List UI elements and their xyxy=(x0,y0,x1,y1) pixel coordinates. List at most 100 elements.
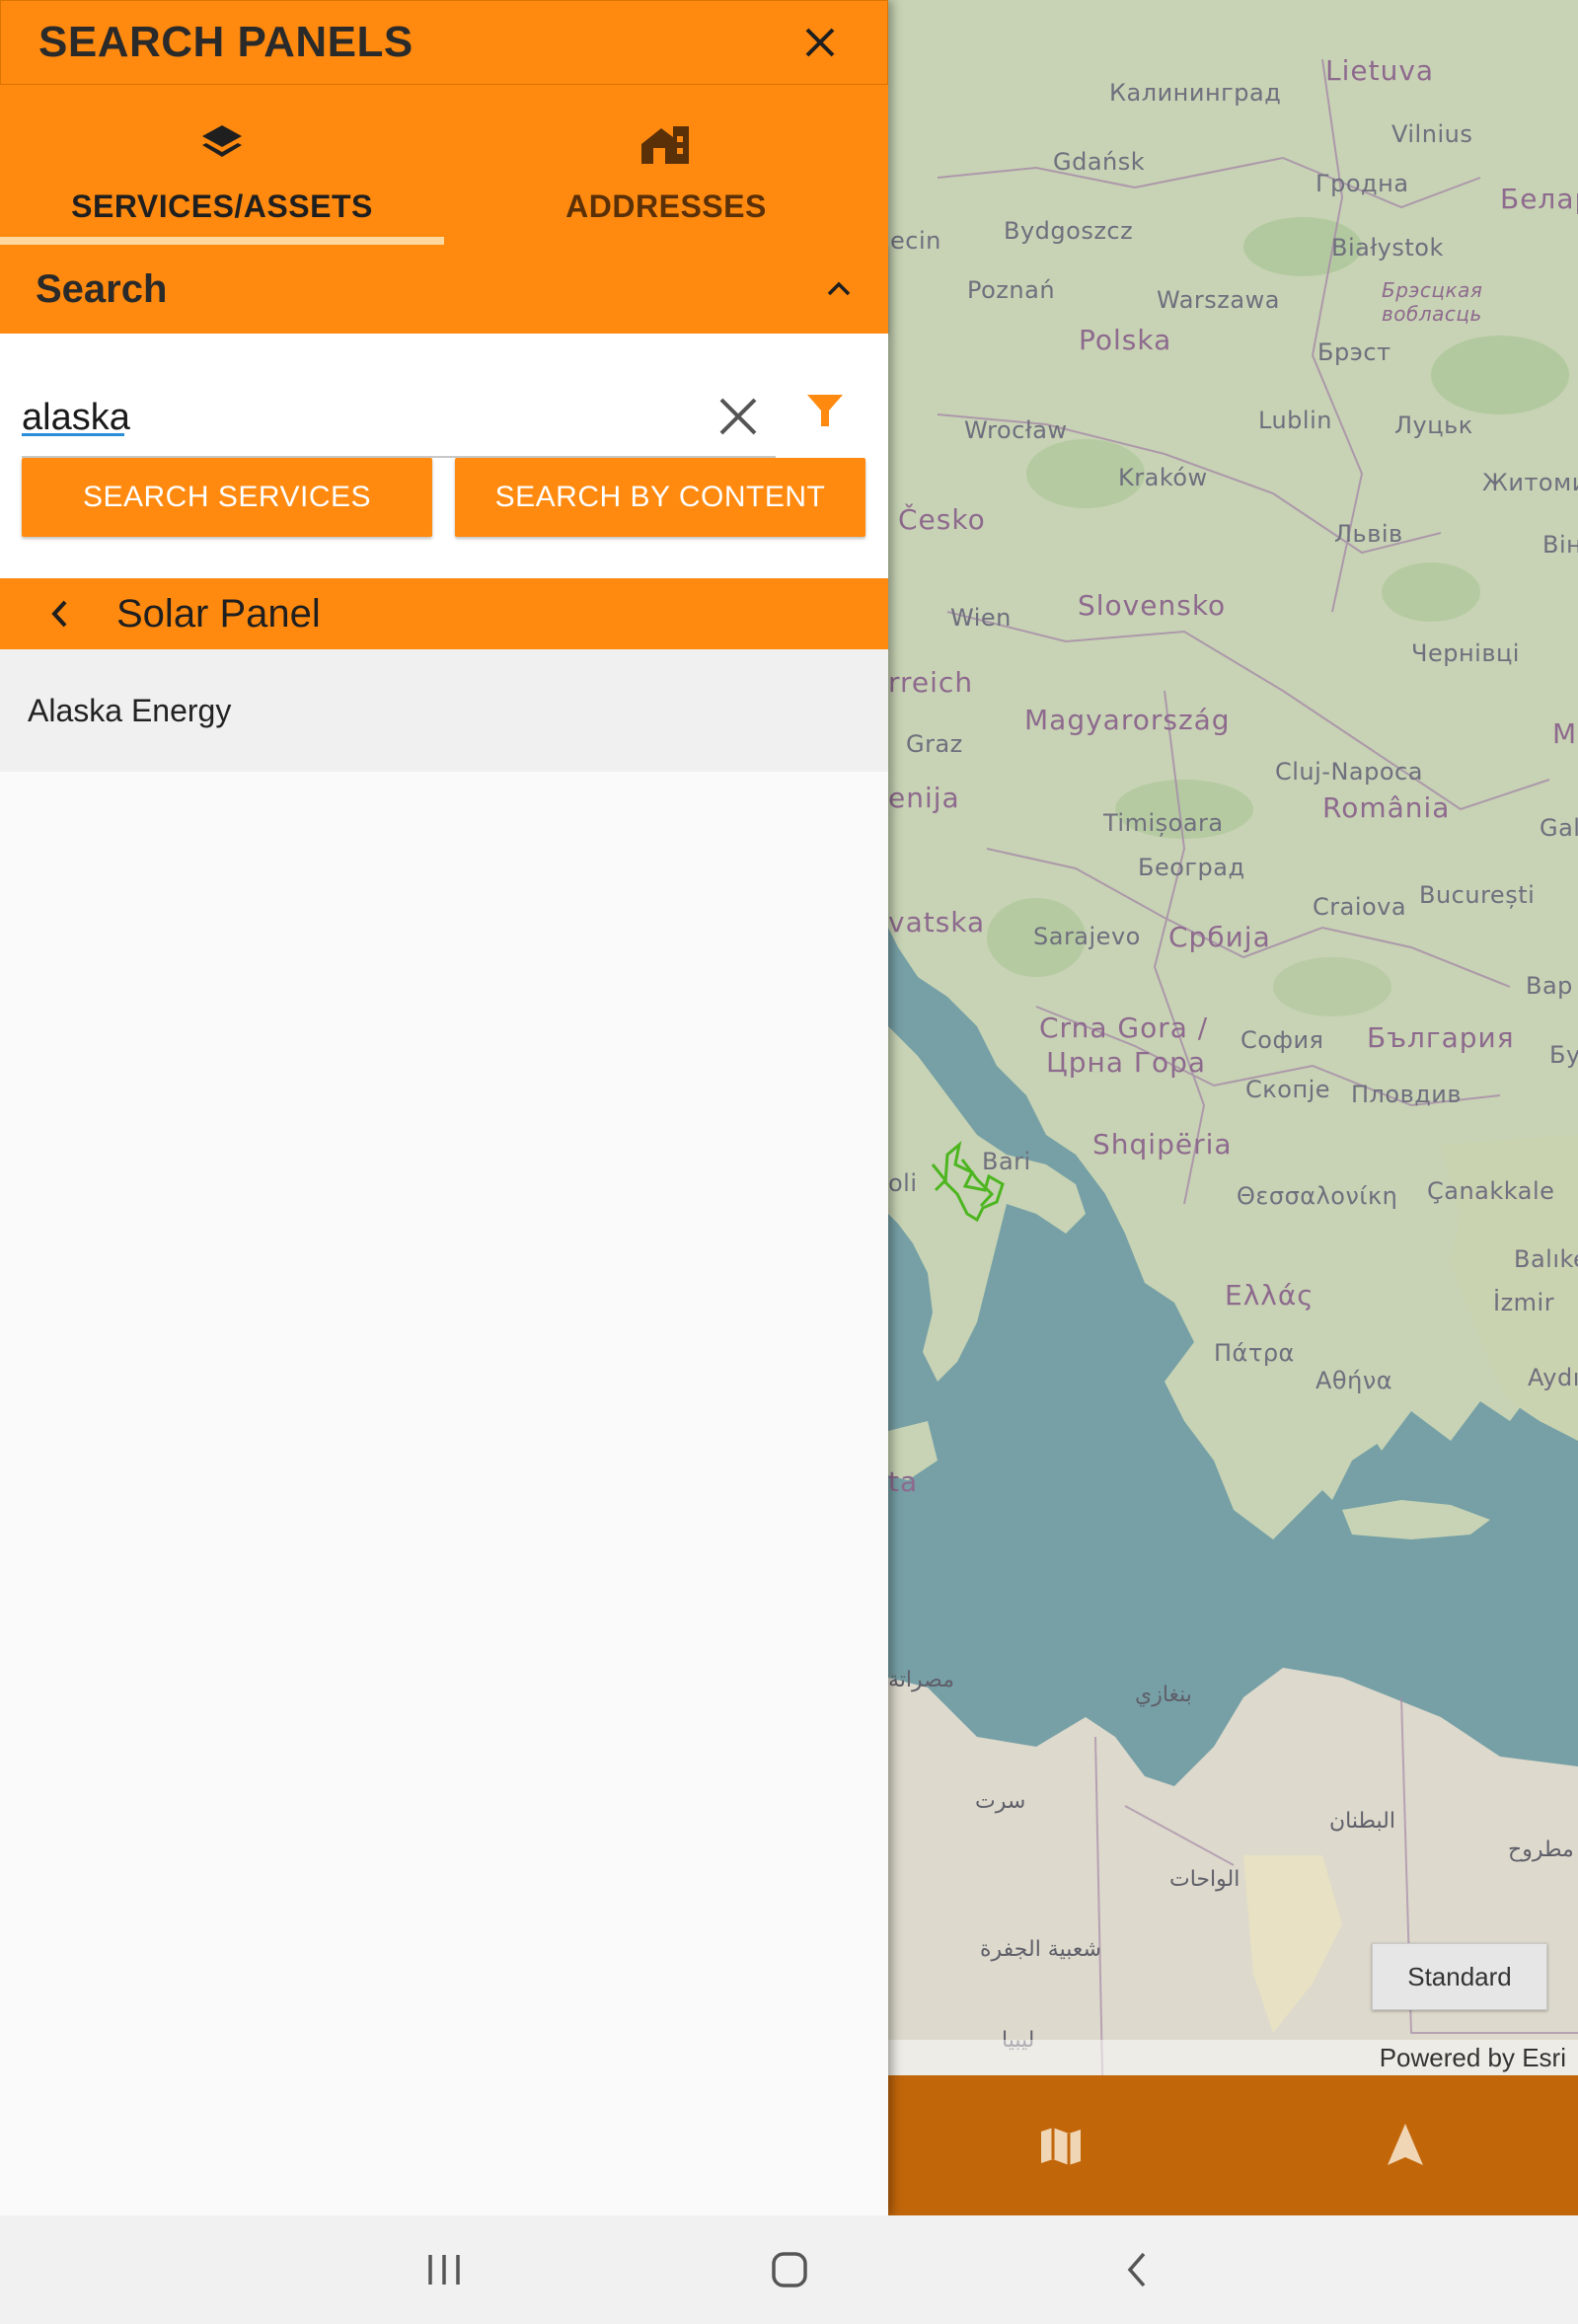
tab-services-assets[interactable]: SERVICES/ASSETS xyxy=(0,85,444,245)
map-label: ecin xyxy=(890,227,941,255)
search-field xyxy=(22,373,776,458)
search-input[interactable] xyxy=(22,380,693,449)
map-label: Cluj-Napoca xyxy=(1275,758,1423,786)
map-label: Львів xyxy=(1334,520,1403,548)
filter-button[interactable] xyxy=(795,381,855,440)
map-label: Србија xyxy=(1168,921,1271,953)
map-label: Скопје xyxy=(1245,1076,1331,1103)
close-icon xyxy=(805,28,835,57)
map-label: Житоми xyxy=(1482,469,1578,496)
map-label: Він xyxy=(1542,531,1578,559)
map-label: oli xyxy=(888,1169,918,1197)
chevron-left-icon xyxy=(51,600,67,628)
panel-title: SEARCH PANELS xyxy=(38,18,413,66)
map-label: Vilnius xyxy=(1391,120,1473,148)
panel-tabs: SERVICES/ASSETS ADDRESSES xyxy=(0,85,888,245)
map-toolbar xyxy=(888,2075,1578,2215)
chevron-up-icon[interactable] xyxy=(825,279,853,299)
map-label: Брэсцкая вобласць xyxy=(1382,278,1483,326)
map-label: M xyxy=(1552,717,1578,750)
home-icon xyxy=(772,2252,807,2287)
map-label: Брэст xyxy=(1317,338,1391,366)
map-label: Гродна xyxy=(1315,170,1409,197)
navigation-arrow-icon[interactable] xyxy=(1366,2106,1445,2185)
map-label: البطنان xyxy=(1329,1809,1395,1834)
map-label: مصراتة xyxy=(888,1668,955,1692)
map-label: İzmir xyxy=(1493,1289,1555,1316)
map-label: Bydgoszcz xyxy=(1004,217,1134,245)
map-label: Shqipëria xyxy=(1092,1128,1233,1161)
map-label: Чернівці xyxy=(1411,639,1520,667)
map-label: الواحات xyxy=(1169,1867,1240,1892)
map-label: Slovensko xyxy=(1078,589,1227,622)
map-label: Białystok xyxy=(1331,234,1444,262)
back-icon xyxy=(1127,2252,1146,2287)
map-label: vatska xyxy=(888,906,986,938)
map-label: Çanakkale xyxy=(1427,1177,1555,1205)
tab-addresses[interactable]: ADDRESSES xyxy=(444,85,888,245)
result-list-item[interactable]: Alaska Energy xyxy=(0,649,888,772)
layers-icon xyxy=(199,115,245,175)
recent-apps-button[interactable] xyxy=(405,2235,484,2304)
map-label: România xyxy=(1322,791,1451,824)
map-label: Gdańsk xyxy=(1053,148,1146,176)
search-section-header[interactable]: Search xyxy=(0,245,888,334)
map-label: Warszawa xyxy=(1157,286,1280,314)
house-icon xyxy=(639,115,693,175)
map-label: Θεσσαλονίκη xyxy=(1237,1182,1398,1210)
map-label: Česko xyxy=(898,503,986,536)
map-label: Београд xyxy=(1138,854,1245,881)
map-icon[interactable] xyxy=(1021,2106,1100,2185)
results-header: Solar Panel xyxy=(0,578,888,649)
basemap-toggle-button[interactable]: Standard xyxy=(1372,1943,1547,2010)
map-label: Бу xyxy=(1549,1041,1578,1069)
map-label: Пловдив xyxy=(1351,1081,1463,1108)
clear-icon xyxy=(719,398,757,435)
results-title: Solar Panel xyxy=(116,591,321,636)
map-label: Lublin xyxy=(1258,407,1332,434)
map-attribution: Powered by Esri xyxy=(888,2040,1578,2075)
clear-search-button[interactable] xyxy=(711,389,766,444)
tab-label: ADDRESSES xyxy=(565,187,767,224)
search-by-content-button[interactable]: SEARCH BY CONTENT xyxy=(455,458,865,537)
app-root: Lietuva Калининград Vilnius Gdańsk Гродн… xyxy=(0,0,1578,2324)
tab-label: SERVICES/ASSETS xyxy=(71,187,373,224)
map-label: Crna Gora / xyxy=(1039,1012,1209,1044)
map-label: Белар xyxy=(1500,183,1578,215)
map-label: Αθήνα xyxy=(1315,1367,1393,1394)
map-label: rreich xyxy=(888,666,974,699)
search-services-button[interactable]: SEARCH SERVICES xyxy=(22,458,432,537)
map-label: enija xyxy=(888,782,960,814)
back-button[interactable] xyxy=(39,594,79,634)
filter-icon xyxy=(807,395,843,426)
map-label: Sarajevo xyxy=(1033,923,1141,950)
close-button[interactable] xyxy=(790,13,850,72)
map-label: بنغازي xyxy=(1135,1683,1192,1707)
input-spellcheck-underline xyxy=(22,433,124,436)
home-button[interactable] xyxy=(750,2235,829,2304)
map-label: Poznań xyxy=(967,276,1056,304)
map-label: Aydı xyxy=(1528,1364,1578,1391)
panel-header: SEARCH PANELS xyxy=(0,0,888,85)
map-label: България xyxy=(1367,1021,1515,1054)
map-label: Graz xyxy=(906,730,963,758)
map-label: Balıke xyxy=(1514,1245,1578,1273)
map-label: Craiova xyxy=(1313,893,1407,921)
map-label: Луцьк xyxy=(1394,412,1473,439)
map-label: București xyxy=(1419,881,1536,909)
map-label: شعبية الجفرة xyxy=(980,1937,1101,1962)
map-label: Lietuva xyxy=(1325,54,1435,87)
search-section-title: Search xyxy=(36,266,168,311)
map-label: Polska xyxy=(1079,324,1172,356)
back-nav-button[interactable] xyxy=(1097,2235,1176,2304)
map-label: Вар xyxy=(1526,972,1573,1000)
active-tab-indicator xyxy=(0,237,444,245)
map-label: Црна Гора xyxy=(1046,1046,1207,1079)
recent-apps-icon xyxy=(428,2255,460,2285)
search-panel: SEARCH PANELS SERVICES/ASSETS ADDRESSES … xyxy=(0,0,888,2215)
map-label: София xyxy=(1240,1026,1324,1054)
map-label: Wrocław xyxy=(964,416,1068,444)
map-label: مطروح xyxy=(1508,1837,1574,1862)
map-label: ta xyxy=(888,1465,919,1498)
map-label: Bari xyxy=(982,1148,1031,1175)
